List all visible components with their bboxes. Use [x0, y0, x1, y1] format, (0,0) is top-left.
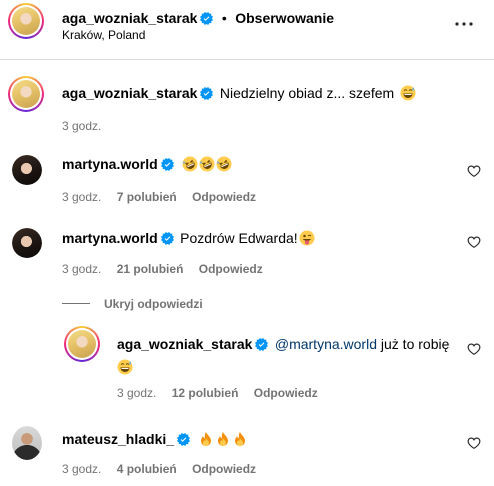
- verified-icon: [255, 338, 268, 351]
- comment-avatar[interactable]: [12, 426, 42, 460]
- comment-avatar[interactable]: [12, 155, 42, 185]
- comment-meta: 3 godz. 7 polubień Odpowiedz: [62, 190, 256, 204]
- comment-meta: 3 godz. 21 polubień Odpowiedz: [62, 262, 263, 276]
- caption-time[interactable]: 3 godz.: [62, 119, 101, 133]
- caption-row: aga_wozniak_starak Niedzielny obiad z...…: [62, 85, 416, 103]
- comment-username[interactable]: martyna.world: [62, 230, 158, 246]
- header-user-row: aga_wozniak_starak • Obserwowanie: [62, 10, 334, 28]
- hide-replies-toggle[interactable]: Ukryj odpowiedzi: [62, 295, 203, 313]
- verified-icon: [177, 433, 190, 446]
- tongue-wink-emoji-icon: [299, 230, 315, 246]
- more-horizontal-icon[interactable]: [452, 12, 476, 36]
- toggle-line: [62, 303, 90, 305]
- comment-likes[interactable]: 21 polubień: [117, 262, 184, 276]
- like-heart-icon[interactable]: [467, 342, 481, 356]
- reply-button[interactable]: Odpowiedz: [192, 190, 256, 204]
- verified-icon: [200, 12, 213, 25]
- header-avatar[interactable]: [8, 3, 44, 39]
- caption-avatar[interactable]: [8, 76, 44, 112]
- reply-time[interactable]: 3 godz.: [117, 386, 156, 400]
- caption-username[interactable]: aga_wozniak_starak: [62, 85, 197, 101]
- comment-time[interactable]: 3 godz.: [62, 462, 101, 476]
- verified-icon: [161, 232, 174, 245]
- comment-text: Pozdrów Edwarda!: [180, 230, 298, 246]
- reply-meta: 3 godz. 12 polubień Odpowiedz: [117, 386, 318, 400]
- verified-icon: [200, 87, 213, 100]
- header-username[interactable]: aga_wozniak_starak: [62, 10, 197, 26]
- comment-row: martyna.world Pozdrów Edwarda!: [62, 230, 315, 248]
- rofl-emoji-icon: [216, 156, 232, 172]
- reply-avatar[interactable]: [64, 326, 100, 362]
- comment-row: martyna.world: [62, 156, 232, 174]
- comment-likes[interactable]: 4 polubień: [117, 462, 177, 476]
- follow-status-button[interactable]: Obserwowanie: [235, 10, 334, 26]
- reply-button[interactable]: Odpowiedz: [192, 462, 256, 476]
- comment-likes[interactable]: 7 polubień: [117, 190, 177, 204]
- header-bullet: •: [221, 10, 227, 26]
- comment-username[interactable]: mateusz_hladki_: [62, 431, 174, 447]
- fire-emoji-icon: [232, 431, 248, 447]
- fire-emoji-icon: [215, 431, 231, 447]
- reply-mention-link[interactable]: @martyna.world: [275, 336, 377, 352]
- like-heart-icon[interactable]: [467, 164, 481, 178]
- rofl-emoji-icon: [182, 156, 198, 172]
- header-location[interactable]: Kraków, Poland: [62, 28, 145, 42]
- comment-meta: 3 godz. 4 polubień Odpowiedz: [62, 462, 256, 476]
- comment-time[interactable]: 3 godz.: [62, 190, 101, 204]
- header-divider: [0, 59, 494, 60]
- fire-emoji-icon: [198, 431, 214, 447]
- reply-button[interactable]: Odpowiedz: [254, 386, 318, 400]
- grin-sweat-emoji-icon: [117, 359, 133, 375]
- reply-row: aga_wozniak_starak @martyna.world już to…: [117, 336, 457, 354]
- reply-username[interactable]: aga_wozniak_starak: [117, 336, 252, 352]
- rofl-emoji-icon: [199, 156, 215, 172]
- comment-avatar[interactable]: [12, 228, 42, 258]
- like-heart-icon[interactable]: [467, 235, 481, 249]
- reply-button[interactable]: Odpowiedz: [199, 262, 263, 276]
- comment-username[interactable]: martyna.world: [62, 156, 158, 172]
- hide-replies-label[interactable]: Ukryj odpowiedzi: [104, 297, 203, 311]
- comment-row: mateusz_hladki_: [62, 431, 248, 449]
- reply-text: już to robię: [377, 336, 450, 352]
- reply-likes[interactable]: 12 polubień: [172, 386, 239, 400]
- grin-sweat-emoji-icon: [400, 85, 416, 101]
- comment-time[interactable]: 3 godz.: [62, 262, 101, 276]
- verified-icon: [161, 158, 174, 171]
- caption-text: Niedzielny obiad z... szefem: [219, 85, 395, 101]
- like-heart-icon[interactable]: [467, 436, 481, 450]
